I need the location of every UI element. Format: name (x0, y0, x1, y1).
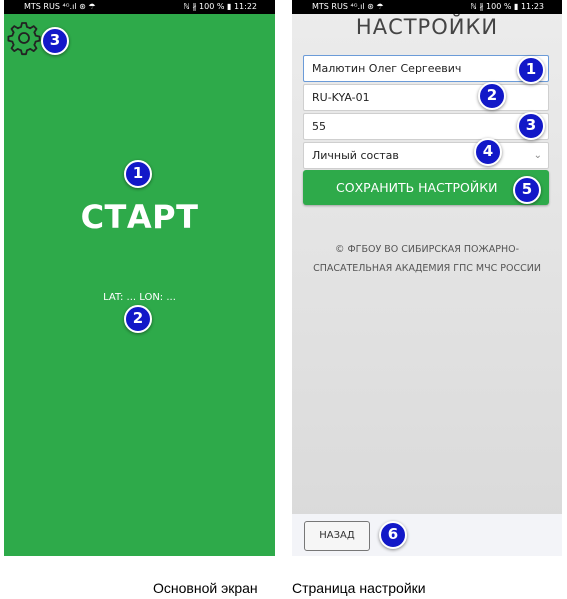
main-screen: MTS RUS ⁴ᴳ.ıl ⊛ ☂ ℕ ∦ 100 % ▮ 11:22 СТАР… (4, 0, 275, 556)
marker-number: 3 (517, 112, 545, 140)
bottom-bar: НАЗАД (292, 514, 562, 556)
copyright-text: © ФГБОУ ВО СИБИРСКАЯ ПОЖАРНО-СПАСАТЕЛЬНА… (313, 244, 541, 274)
settings-screen: MTS RUS ⁴ᴳ.ıl ⊛ ☂ ℕ ∦ 100 % ▮ 11:23 НАСТ… (292, 0, 562, 556)
marker-category: 4 (474, 138, 502, 166)
status-right: ℕ ∦ 100 % ▮ 11:23 (470, 2, 544, 11)
marker-save: 5 (513, 176, 541, 204)
full-name-input[interactable] (303, 55, 549, 82)
marker-code: 2 (478, 82, 506, 110)
caption-main-screen: Основной экран (153, 580, 258, 596)
settings-button[interactable] (6, 20, 42, 56)
marker-back: 6 (379, 521, 407, 549)
status-carrier: MTS RUS ⁴ᴳ.ıl ⊛ ☂ (312, 2, 384, 11)
unit-code-input[interactable] (303, 84, 549, 111)
status-right: ℕ ∦ 100 % ▮ 11:22 (183, 2, 257, 11)
marker-name: 1 (517, 56, 545, 84)
page-title: НАСТРОЙКИ (355, 15, 499, 39)
category-select[interactable]: Личный состав ⌄ (303, 142, 549, 169)
category-select-value: Личный состав (312, 149, 399, 162)
coordinates-label: LAT: ... LON: ... (103, 292, 176, 303)
back-button[interactable]: НАЗАД (304, 521, 370, 551)
number-input[interactable] (303, 113, 549, 140)
start-button[interactable]: СТАРТ (4, 198, 275, 236)
status-bar: MTS RUS ⁴ᴳ.ıl ⊛ ☂ ℕ ∦ 100 % ▮ 11:22 (4, 0, 275, 14)
caption-settings-screen: Страница настройки (292, 580, 426, 596)
chevron-down-icon: ⌄ (533, 150, 542, 161)
status-carrier: MTS RUS ⁴ᴳ.ıl ⊛ ☂ (24, 2, 96, 11)
page: MTS RUS ⁴ᴳ.ıl ⊛ ☂ ℕ ∦ 100 % ▮ 11:22 СТАР… (0, 0, 567, 599)
gear-icon (7, 22, 41, 56)
marker-settings: 3 (41, 27, 69, 55)
status-bar: MTS RUS ⁴ᴳ.ıl ⊛ ☂ ℕ ∦ 100 % ▮ 11:23 (292, 0, 562, 14)
marker-coords: 2 (124, 305, 152, 333)
marker-start: 1 (124, 160, 152, 188)
